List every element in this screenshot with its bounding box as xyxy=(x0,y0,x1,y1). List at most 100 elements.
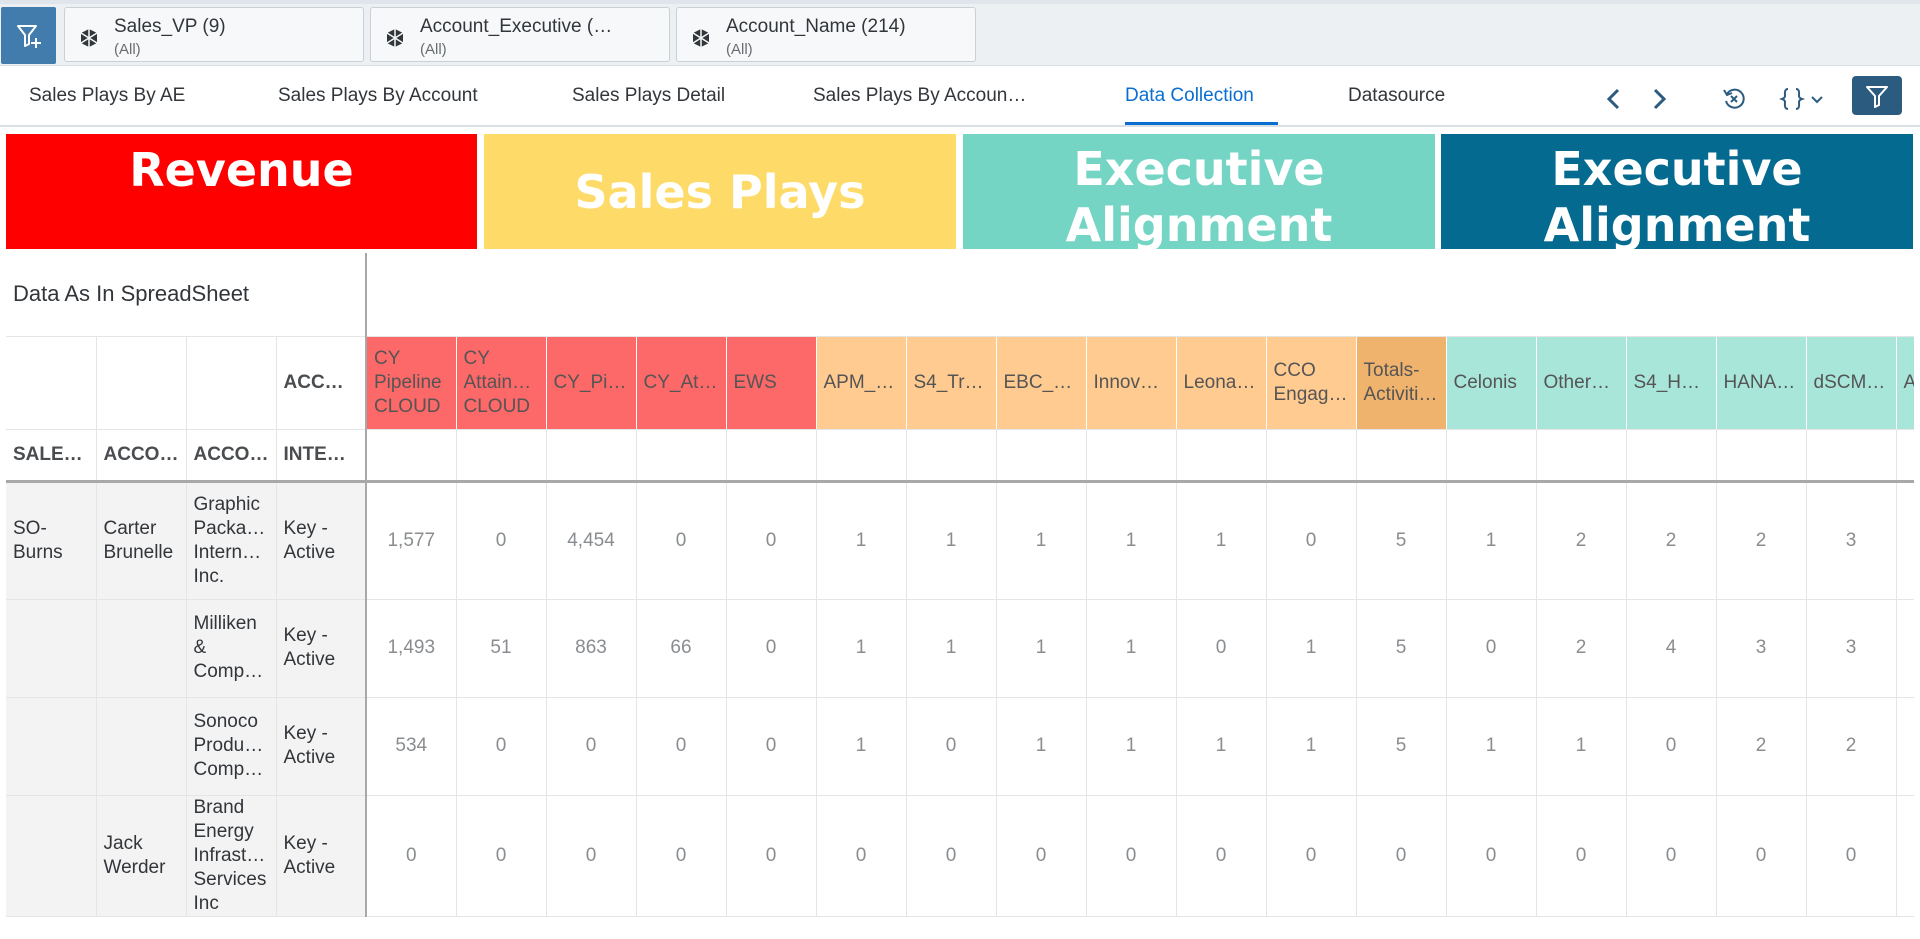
row-sales-vp[interactable]: SO-Burns xyxy=(6,481,97,600)
value-cell[interactable]: 0 xyxy=(1086,795,1177,917)
value-cell[interactable]: 2 xyxy=(1716,481,1807,600)
variables-dropdown-button[interactable] xyxy=(1776,81,1834,117)
tab-datasource[interactable]: Datasource xyxy=(1348,85,1445,107)
value-cell[interactable]: 863 xyxy=(546,599,637,698)
value-cell[interactable]: 2 xyxy=(1536,599,1627,698)
row-account-name[interactable]: Sonoco Produ… Comp… xyxy=(186,697,277,796)
table-row[interactable]: Milliken & Comp… Key - Active 1,493 51 863 66… xyxy=(6,599,1914,698)
value-cell[interactable]: 0 xyxy=(906,795,997,917)
value-cell[interactable]: 0 xyxy=(1626,697,1717,796)
value-cell[interactable]: 0 xyxy=(366,795,457,917)
tab-sales-plays-by-accoun[interactable]: Sales Plays By Accoun… xyxy=(813,85,1026,107)
previous-page-button[interactable] xyxy=(1598,83,1630,115)
value-cell[interactable] xyxy=(1896,599,1914,698)
value-cell[interactable]: 5 xyxy=(1356,481,1447,600)
value-cell[interactable]: 0 xyxy=(726,795,817,917)
value-cell[interactable]: 0 xyxy=(636,697,727,796)
measure-header[interactable]: Totals-Activiti… xyxy=(1356,336,1447,430)
value-cell[interactable]: 1 xyxy=(1086,697,1177,796)
row-sales-vp[interactable] xyxy=(6,697,97,796)
value-cell[interactable]: 1 xyxy=(816,599,907,698)
value-cell[interactable] xyxy=(1896,795,1914,917)
measure-header[interactable]: Celonis xyxy=(1446,336,1537,430)
measure-header[interactable]: CY_Pi… xyxy=(546,336,637,430)
row-interaction[interactable]: Key - Active xyxy=(276,481,367,600)
value-cell[interactable]: 0 xyxy=(1176,795,1267,917)
measure-header[interactable]: A xyxy=(1896,336,1914,430)
measure-header[interactable]: dSCM… xyxy=(1806,336,1897,430)
filter-chip[interactable]: Account_Name (214) (All) xyxy=(676,7,976,62)
value-cell[interactable]: 1 xyxy=(1176,697,1267,796)
table-row[interactable]: Sonoco Produ… Comp… Key - Active 534 0 0 0 0 1 0… xyxy=(6,697,1914,796)
value-cell[interactable]: 4,454 xyxy=(546,481,637,600)
table-row[interactable]: SO-Burns Carter Brunelle Graphic Packa… In… xyxy=(6,481,1914,600)
value-cell[interactable]: 0 xyxy=(726,599,817,698)
value-cell[interactable]: 2 xyxy=(1536,481,1627,600)
measure-header[interactable]: S4_H… xyxy=(1626,336,1717,430)
row-account-executive[interactable]: Carter Brunelle xyxy=(96,481,187,600)
value-cell[interactable]: 3 xyxy=(1716,599,1807,698)
value-cell[interactable]: 1 xyxy=(816,481,907,600)
dim-header[interactable]: ACCO… xyxy=(96,429,187,483)
row-account-name[interactable]: Milliken & Comp… xyxy=(186,599,277,698)
value-cell[interactable]: 0 xyxy=(546,795,637,917)
value-cell[interactable]: 0 xyxy=(996,795,1087,917)
data-grid[interactable]: Data As In SpreadSheet ACCO… CY Pipeline C… xyxy=(6,253,1914,939)
value-cell[interactable] xyxy=(1896,481,1914,600)
add-filter-button[interactable] xyxy=(1,7,56,64)
value-cell[interactable]: 2 xyxy=(1806,697,1897,796)
value-cell[interactable]: 1 xyxy=(1176,481,1267,600)
row-account-executive[interactable] xyxy=(96,599,187,698)
dim-header[interactable]: SALE… xyxy=(6,429,97,483)
reset-button[interactable] xyxy=(1716,81,1752,117)
value-cell[interactable]: 1 xyxy=(906,599,997,698)
value-cell[interactable]: 3 xyxy=(1806,599,1897,698)
value-cell[interactable]: 2 xyxy=(1626,481,1717,600)
row-account-executive[interactable] xyxy=(96,697,187,796)
value-cell[interactable]: 3 xyxy=(1806,481,1897,600)
value-cell[interactable]: 0 xyxy=(1626,795,1717,917)
measure-header[interactable]: Leona… xyxy=(1176,336,1267,430)
value-cell[interactable]: 0 xyxy=(456,795,547,917)
row-account-executive[interactable]: Jack Werder xyxy=(96,795,187,917)
table-row[interactable]: Jack Werder Brand Energy Infrast… Service… xyxy=(6,795,1914,917)
value-cell[interactable]: 1 xyxy=(1446,697,1537,796)
value-cell[interactable]: 1 xyxy=(1266,599,1357,698)
value-cell[interactable] xyxy=(1896,697,1914,796)
row-interaction[interactable]: Key - Active xyxy=(276,795,367,917)
value-cell[interactable]: 1 xyxy=(1536,697,1627,796)
row-interaction[interactable]: Key - Active xyxy=(276,697,367,796)
value-cell[interactable]: 0 xyxy=(726,697,817,796)
value-cell[interactable]: 0 xyxy=(1266,481,1357,600)
measure-header[interactable]: CY Pipeline CLOUD xyxy=(366,336,457,430)
tab-sales-plays-by-ae[interactable]: Sales Plays By AE xyxy=(29,85,185,107)
value-cell[interactable]: 5 xyxy=(1356,599,1447,698)
measure-header[interactable]: Innov… xyxy=(1086,336,1177,430)
value-cell[interactable]: 1 xyxy=(1086,599,1177,698)
value-cell[interactable]: 5 xyxy=(1356,697,1447,796)
value-cell[interactable]: 0 xyxy=(546,697,637,796)
value-cell[interactable]: 0 xyxy=(1446,599,1537,698)
value-cell[interactable]: 534 xyxy=(366,697,457,796)
value-cell[interactable]: 0 xyxy=(906,697,997,796)
filter-toggle-button[interactable] xyxy=(1852,76,1902,115)
value-cell[interactable]: 2 xyxy=(1716,697,1807,796)
dim-header[interactable]: INTER… xyxy=(276,429,367,483)
value-cell[interactable]: 1 xyxy=(996,697,1087,796)
filter-chip[interactable]: Sales_VP (9) (All) xyxy=(64,7,364,62)
row-interaction[interactable]: Key - Active xyxy=(276,599,367,698)
tab-sales-plays-by-account[interactable]: Sales Plays By Account xyxy=(278,85,478,107)
value-cell[interactable]: 1 xyxy=(1446,481,1537,600)
row-sales-vp[interactable] xyxy=(6,599,97,698)
value-cell[interactable]: 0 xyxy=(1356,795,1447,917)
value-cell[interactable]: 0 xyxy=(726,481,817,600)
value-cell[interactable]: 0 xyxy=(816,795,907,917)
value-cell[interactable]: 1,493 xyxy=(366,599,457,698)
value-cell[interactable]: 1 xyxy=(1086,481,1177,600)
measure-header[interactable]: EWS xyxy=(726,336,817,430)
measure-header[interactable]: EBC_… xyxy=(996,336,1087,430)
value-cell[interactable]: 0 xyxy=(456,481,547,600)
value-cell[interactable]: 0 xyxy=(1176,599,1267,698)
value-cell[interactable]: 1 xyxy=(1266,697,1357,796)
value-cell[interactable]: 0 xyxy=(1806,795,1897,917)
